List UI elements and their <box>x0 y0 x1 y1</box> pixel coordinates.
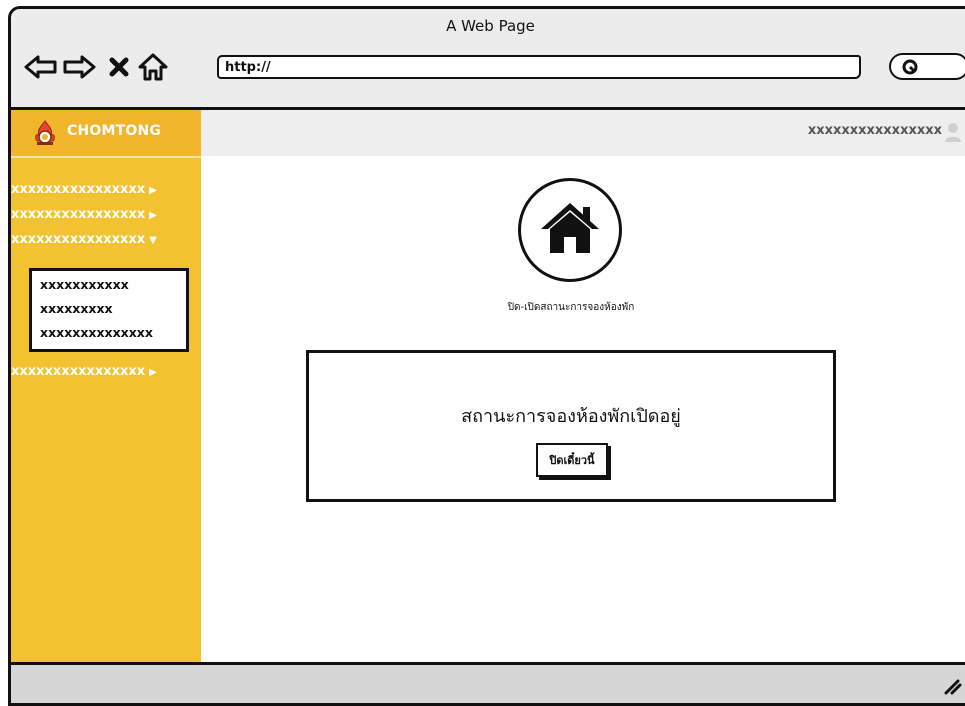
toggle-caption: ปิด-เปิดสถานะการจองห้องพัก <box>507 302 635 313</box>
home-outline-icon[interactable] <box>135 49 171 85</box>
booking-status-panel: สถานะการจองห้องพักเปิดอยู่ ปิดเดี๋ยวนี้ <box>306 350 836 502</box>
search-box[interactable] <box>889 53 965 80</box>
back-arrow-icon[interactable] <box>23 49 59 85</box>
submenu-item-3[interactable]: xxxxxxxxxxxxxx <box>40 325 153 340</box>
sidebar-submenu: xxxxxxxxxxx xxxxxxxxx xxxxxxxxxxxxxx <box>29 268 189 352</box>
url-input[interactable] <box>217 55 861 79</box>
user-icon[interactable] <box>944 122 962 146</box>
chevron-right-icon: ▶ <box>149 367 157 378</box>
sidebar-item-label: xxxxxxxxxxxxxxxx <box>11 207 146 222</box>
sidebar-item-label: xxxxxxxxxxxxxxxx <box>11 364 146 379</box>
submenu-item-2[interactable]: xxxxxxxxx <box>40 301 113 316</box>
flame-logo-icon <box>31 119 59 151</box>
brand-name: CHOMTONG <box>67 123 162 139</box>
resize-handle-icon[interactable] <box>940 673 962 699</box>
chevron-right-icon: ▶ <box>149 210 157 221</box>
booking-status-text: สถานะการจองห้องพักเปิดอยู่ <box>461 406 681 427</box>
chevron-right-icon: ▶ <box>149 185 157 196</box>
sidebar-item-4[interactable]: xxxxxxxxxxxxxxxx ▶ <box>11 364 201 386</box>
home-status-circle <box>518 178 622 282</box>
window-title: A Web Page <box>446 17 535 35</box>
sidebar-item-label: xxxxxxxxxxxxxxxx <box>11 182 146 197</box>
status-bar <box>11 662 965 703</box>
chevron-down-icon: ▼ <box>149 235 157 246</box>
browser-window: A Web Page http:// CHOMTONG xxxxxxxxxxxx… <box>8 6 965 706</box>
sidebar-item-3[interactable]: xxxxxxxxxxxxxxxx ▼ <box>11 232 201 254</box>
forward-arrow-icon[interactable] <box>61 49 97 85</box>
browser-toolbar: A Web Page <box>11 9 965 110</box>
submenu-item-1[interactable]: xxxxxxxxxxx <box>40 277 129 292</box>
top-header: xxxxxxxxxxxxxxxx <box>201 110 965 156</box>
home-icon <box>539 201 601 259</box>
sidebar-item-1[interactable]: xxxxxxxxxxxxxxxx ▶ <box>11 182 201 204</box>
search-icon <box>901 58 921 82</box>
sidebar-item-label: xxxxxxxxxxxxxxxx <box>11 232 146 247</box>
brand-bar[interactable]: CHOMTONG <box>11 110 201 158</box>
sidebar: CHOMTONG xxxxxxxxxxxxxxxx ▶ xxxxxxxxxxxxx… <box>11 110 201 662</box>
close-now-button[interactable]: ปิดเดี๋ยวนี้ <box>536 443 608 477</box>
close-x-icon[interactable] <box>101 49 137 85</box>
sidebar-item-2[interactable]: xxxxxxxxxxxxxxxx ▶ <box>11 207 201 229</box>
user-name[interactable]: xxxxxxxxxxxxxxxx <box>808 123 942 138</box>
